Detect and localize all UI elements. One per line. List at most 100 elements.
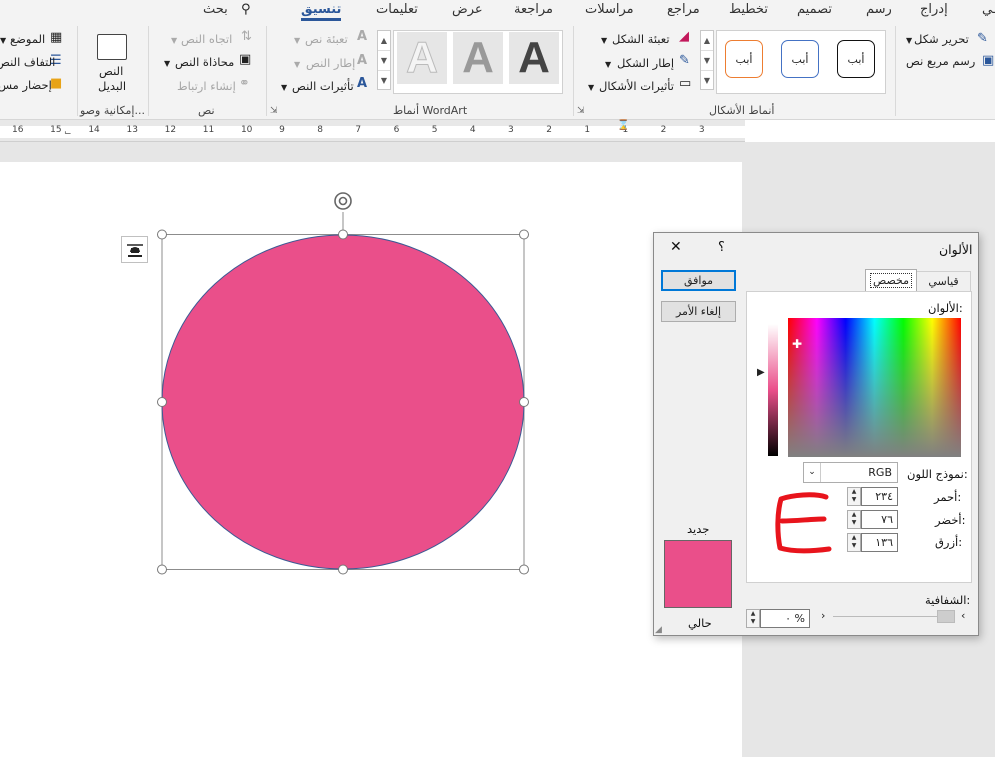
cancel-button[interactable]: إلغاء الأمر bbox=[661, 301, 736, 322]
green-label: أخضر: bbox=[935, 513, 966, 527]
rotate-handle-icon[interactable] bbox=[334, 192, 352, 210]
alt-text-label-1[interactable]: النص bbox=[99, 64, 123, 78]
shape-style-orange[interactable]: أبب bbox=[725, 40, 763, 78]
tab-marker-icon[interactable]: ⌙ bbox=[64, 128, 72, 138]
scroll-up-icon[interactable]: ▲ bbox=[701, 31, 713, 51]
dialog-launcher-icon[interactable]: ⇲ bbox=[577, 106, 585, 116]
bring-forward-button[interactable]: إحضار مس bbox=[0, 78, 52, 92]
shape-effects-button[interactable]: تأثيرات الأشكال bbox=[599, 79, 674, 93]
tab-view[interactable]: عرض bbox=[452, 2, 483, 17]
indent-marker-icon[interactable]: ⌛ bbox=[617, 120, 629, 131]
chevron-down-icon: ▼ bbox=[906, 36, 913, 45]
chevron-down-icon: ▼ bbox=[164, 59, 171, 68]
layout-options-button[interactable] bbox=[121, 236, 148, 263]
shape-fill-button[interactable]: تعبئة الشكل bbox=[612, 32, 670, 46]
tab-draw[interactable]: رسم bbox=[866, 2, 892, 17]
wordart-style-dark[interactable]: A bbox=[509, 32, 559, 84]
create-link-button[interactable]: إنشاء ارتباط bbox=[177, 79, 236, 93]
shape-selection[interactable] bbox=[150, 190, 540, 590]
transparency-input[interactable]: ٠ % bbox=[760, 609, 810, 628]
text-outline-button[interactable]: إطار النص bbox=[306, 56, 355, 70]
chevron-right-icon[interactable]: › bbox=[821, 609, 825, 622]
shape-style-sample: أبب bbox=[847, 52, 865, 66]
scroll-down-icon[interactable]: ▼ bbox=[378, 51, 390, 71]
shape-style-blue[interactable]: أبب bbox=[781, 40, 819, 78]
shape-gallery-scroll[interactable]: ▲ ▼ ▼ bbox=[700, 30, 714, 90]
text-fill-button[interactable]: تعبئة نص bbox=[305, 32, 348, 46]
document-page[interactable] bbox=[0, 162, 742, 757]
tab-custom-label: مخصص bbox=[869, 273, 912, 288]
shape-style-black[interactable]: أبب bbox=[837, 40, 875, 78]
resize-grip-icon[interactable]: ◢ bbox=[655, 625, 662, 635]
tab-insert[interactable]: إدراج bbox=[920, 2, 948, 17]
blue-spinner[interactable]: ▲ ▼ bbox=[847, 533, 861, 552]
color-model-select[interactable]: ⌄ RGB bbox=[803, 462, 898, 483]
tab-design[interactable]: تصميم bbox=[797, 2, 832, 17]
wrap-text-button[interactable]: التفاف النص bbox=[0, 55, 55, 69]
tab-format[interactable]: تنسيق bbox=[301, 2, 342, 21]
chevron-left-icon[interactable]: ‹ bbox=[961, 609, 965, 622]
close-icon[interactable]: ✕ bbox=[670, 239, 682, 255]
tab-mailings[interactable]: مراسلات bbox=[585, 2, 634, 17]
circle-shape[interactable] bbox=[161, 234, 525, 570]
draw-textbox-button[interactable]: رسم مربع نص bbox=[906, 54, 975, 68]
scroll-down-icon[interactable]: ▼ bbox=[701, 51, 713, 71]
new-color-label: جديد bbox=[687, 522, 710, 536]
blue-input[interactable]: ١٣٦ bbox=[861, 533, 898, 552]
text-effects-button[interactable]: تأثيرات النص bbox=[292, 79, 354, 93]
colors-dialog: الألوان ؟ ✕ موافق إلغاء الأمر قياسي مخصص… bbox=[653, 232, 979, 636]
tab-standard[interactable]: قياسي bbox=[916, 271, 971, 291]
transparency-slider[interactable]: › ‹ bbox=[819, 609, 972, 625]
group-label-accessibility: إمكانية وصو... bbox=[80, 104, 145, 117]
position-button[interactable]: الموضع bbox=[10, 32, 45, 46]
green-input[interactable]: ٧٦ bbox=[861, 510, 898, 529]
chevron-down-icon: ⌄ bbox=[804, 463, 821, 482]
ok-button[interactable]: موافق bbox=[661, 270, 736, 291]
tab-layout[interactable]: تخطيط bbox=[729, 2, 768, 17]
tab-references[interactable]: مراجع bbox=[667, 2, 700, 17]
shape-outline-button[interactable]: إطار الشكل bbox=[617, 56, 674, 70]
transparency-thumb[interactable] bbox=[937, 610, 955, 623]
wordart-style-outline[interactable]: A bbox=[397, 32, 447, 84]
wordart-style-gray[interactable]: A bbox=[453, 32, 503, 84]
color-spectrum[interactable] bbox=[788, 318, 961, 457]
text-outline-icon: A bbox=[357, 53, 368, 68]
text-direction-icon: ⇅ bbox=[241, 29, 252, 44]
color-crosshair-icon[interactable]: ✚ bbox=[792, 337, 802, 351]
green-spinner[interactable]: ▲ ▼ bbox=[847, 510, 861, 529]
tab-help[interactable]: تعليمات bbox=[376, 2, 418, 17]
wordart-letter: A bbox=[518, 33, 550, 82]
red-input[interactable]: ٢٣٤ bbox=[861, 487, 898, 506]
separator bbox=[77, 26, 78, 116]
help-button[interactable]: ؟ bbox=[718, 240, 725, 255]
chevron-down-icon: ▼ bbox=[294, 36, 301, 45]
more-icon[interactable]: ▼ bbox=[701, 71, 713, 91]
tab-custom[interactable]: مخصص bbox=[865, 269, 917, 291]
search-icon[interactable]: ⚲ bbox=[241, 3, 251, 16]
scroll-up-icon[interactable]: ▲ bbox=[378, 31, 390, 51]
tab-search[interactable]: بحث bbox=[203, 2, 228, 17]
dialog-launcher-icon[interactable]: ⇲ bbox=[270, 106, 278, 116]
alt-text-label-2[interactable]: البديل bbox=[98, 79, 126, 93]
edit-shape-button[interactable]: تحرير شكل bbox=[914, 32, 969, 46]
textbox-icon: ▣ bbox=[982, 53, 995, 68]
tab-standard-label: قياسي bbox=[928, 275, 959, 288]
luminance-arrow-icon[interactable]: ▶ bbox=[757, 367, 765, 378]
text-direction-button[interactable]: اتجاه النص bbox=[181, 32, 232, 46]
tab-review[interactable]: مراجعة bbox=[514, 2, 553, 17]
ruler-number: 2 bbox=[546, 125, 552, 135]
transparency-spinner[interactable]: ▲ ▼ bbox=[746, 609, 760, 628]
shape-outline-icon: ✎ bbox=[679, 53, 690, 68]
red-spinner[interactable]: ▲ ▼ bbox=[847, 487, 861, 506]
chevron-down-icon: ▼ bbox=[601, 36, 608, 45]
align-text-button[interactable]: محاذاة النص bbox=[175, 55, 234, 69]
tab-home[interactable]: ـي bbox=[982, 2, 995, 17]
ruler-number: 16 bbox=[12, 125, 24, 135]
wordart-gallery-scroll[interactable]: ▲ ▼ ▼ bbox=[377, 30, 391, 90]
separator bbox=[573, 26, 574, 116]
luminance-slider[interactable] bbox=[768, 324, 778, 456]
horizontal-ruler[interactable]: 16 15 14 13 12 11 10 9 8 7 6 5 4 3 2 1 1 2 3 ⌛ ⌙ bbox=[0, 120, 745, 142]
more-icon[interactable]: ▼ bbox=[378, 71, 390, 91]
group-label-wordart: أنماط WordArt bbox=[393, 104, 468, 117]
ruler-number: 15 bbox=[50, 125, 62, 135]
